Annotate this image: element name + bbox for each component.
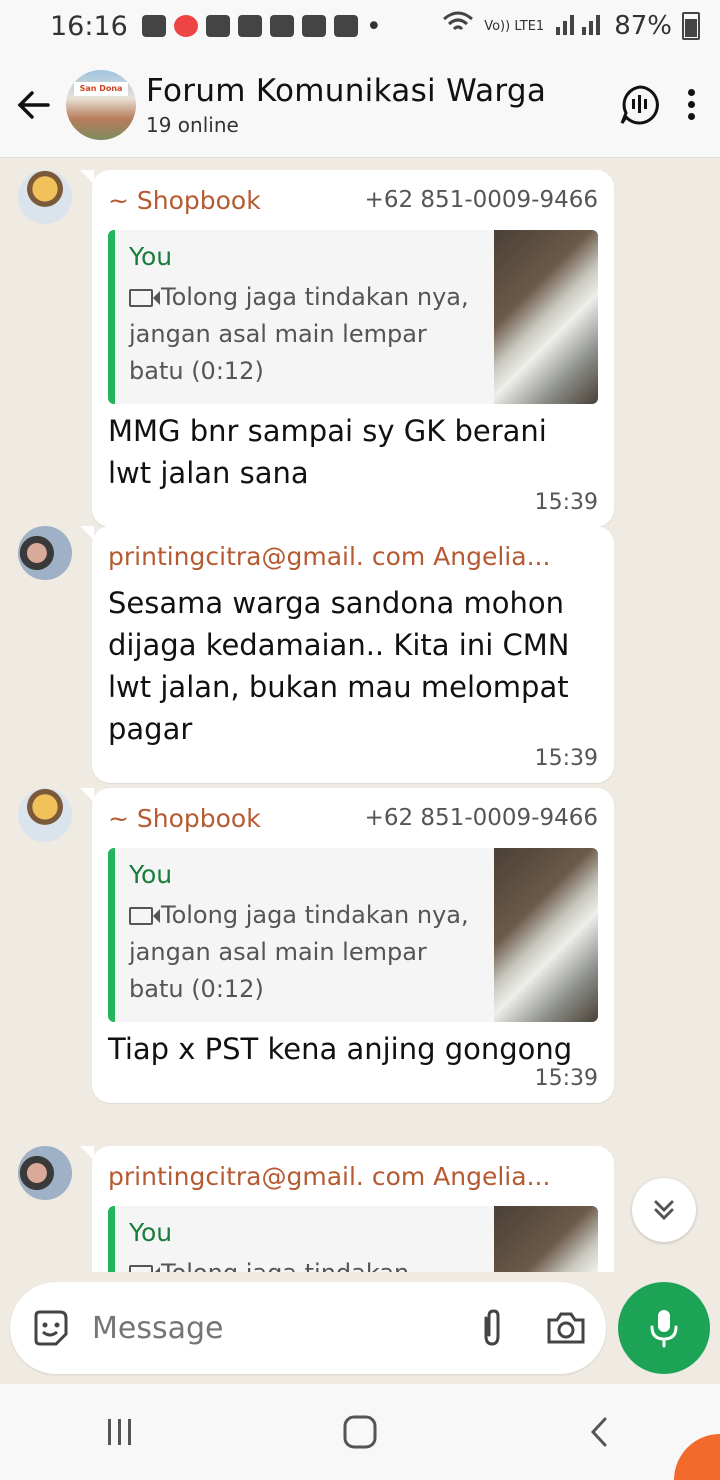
quoted-message[interactable]: You Tolong jaga tindakan nya, jangan asa… bbox=[108, 230, 598, 404]
quoted-text: Tolong jaga tindakan nya, jangan asal ma… bbox=[129, 283, 469, 385]
video-thumbnail bbox=[494, 848, 598, 1022]
chevron-left-icon bbox=[590, 1417, 607, 1447]
video-thumbnail bbox=[494, 1206, 598, 1272]
tripadvisor-icon bbox=[269, 15, 294, 37]
signal-icon bbox=[554, 11, 604, 42]
dot-icon: • bbox=[365, 10, 382, 42]
sender-name[interactable]: printingcitra@gmail. com Angelia... bbox=[108, 542, 550, 571]
app-icon bbox=[173, 15, 198, 37]
camera-icon bbox=[547, 1312, 585, 1344]
message-input[interactable] bbox=[90, 1309, 470, 1347]
message-bubble[interactable]: printingcitra@gmail. com Angelia... You … bbox=[80, 1146, 614, 1272]
message-icon bbox=[141, 15, 166, 37]
message-text: Tiap x PST kena anjing gongong bbox=[108, 1032, 573, 1066]
quoted-author: You bbox=[129, 242, 173, 271]
message-composer bbox=[10, 1282, 606, 1374]
camera-button[interactable] bbox=[544, 1306, 588, 1350]
battery-icon bbox=[682, 12, 700, 40]
sender-name[interactable]: ~ Shopbook bbox=[108, 186, 261, 215]
menu-button[interactable] bbox=[668, 89, 714, 120]
back-button[interactable] bbox=[2, 52, 66, 157]
chat-subtitle: 19 online bbox=[146, 112, 239, 137]
sender-name[interactable]: printingcitra@gmail. com Angelia... bbox=[108, 1162, 550, 1191]
youtube-icon bbox=[237, 15, 262, 37]
sender-avatar[interactable] bbox=[18, 788, 72, 842]
chat-title: Forum Komunikasi Warga bbox=[146, 72, 547, 109]
network-label: Vo)) LTE1 bbox=[484, 18, 545, 34]
status-time: 16:16 bbox=[50, 10, 128, 42]
quoted-author: You bbox=[129, 1218, 173, 1247]
paperclip-icon bbox=[484, 1309, 500, 1346]
video-thumbnail bbox=[494, 230, 598, 404]
gift-icon bbox=[205, 15, 230, 37]
audio-chat-icon bbox=[620, 84, 659, 124]
message-bubble[interactable]: printingcitra@gmail. com Angelia... Sesa… bbox=[80, 526, 614, 783]
message-list[interactable]: ~ Shopbook +62 851-0009-9466 You Tolong … bbox=[0, 158, 720, 1272]
voice-chat-button[interactable] bbox=[612, 77, 668, 133]
sender-avatar[interactable] bbox=[18, 1146, 72, 1200]
video-icon bbox=[129, 289, 160, 307]
sender-avatar[interactable] bbox=[18, 526, 72, 580]
status-right: Vo)) LTE1 87% bbox=[442, 11, 700, 42]
quoted-message[interactable]: You Tolong jaga tindakan nya, jangan asa… bbox=[108, 848, 598, 1022]
video-icon bbox=[129, 907, 160, 925]
scroll-down-button[interactable] bbox=[632, 1178, 696, 1242]
mic-icon bbox=[650, 1310, 678, 1348]
chat-header: San Dona Forum Komunikasi Warga 19 onlin… bbox=[0, 52, 720, 158]
message-text: MMG bnr sampai sy GK berani lwt jalan sa… bbox=[108, 414, 547, 490]
sender-name[interactable]: ~ Shopbook bbox=[108, 804, 261, 833]
status-bar: 16:16 • Vo)) LTE1 87% bbox=[0, 0, 720, 52]
message-text: Sesama warga sandona mohon dijaga kedama… bbox=[108, 586, 570, 746]
message-bubble[interactable]: ~ Shopbook +62 851-0009-9466 You Tolong … bbox=[80, 170, 614, 527]
recents-icon bbox=[108, 1419, 131, 1445]
arrow-left-icon bbox=[17, 90, 50, 119]
quoted-author: You bbox=[129, 860, 173, 889]
sender-phone: +62 851-0009-9466 bbox=[364, 805, 598, 831]
home-button[interactable] bbox=[320, 1402, 400, 1462]
shield-icon bbox=[301, 15, 326, 37]
attach-button[interactable] bbox=[470, 1306, 514, 1350]
chat-title-area[interactable]: Forum Komunikasi Warga 19 online bbox=[146, 73, 612, 137]
sticker-button[interactable] bbox=[28, 1306, 72, 1350]
sender-avatar[interactable] bbox=[18, 170, 72, 224]
recents-button[interactable] bbox=[80, 1402, 160, 1462]
quoted-text: Tolong jaga tindakan bbox=[161, 1259, 409, 1272]
back-nav-button[interactable] bbox=[560, 1402, 640, 1462]
system-nav-bar bbox=[0, 1384, 720, 1480]
group-avatar[interactable]: San Dona bbox=[66, 69, 136, 140]
battery-percent: 87% bbox=[614, 11, 672, 41]
group-avatar-sign: San Dona bbox=[74, 81, 128, 96]
voice-record-button[interactable] bbox=[618, 1282, 710, 1374]
notification-icons: • bbox=[141, 10, 382, 42]
message-bubble[interactable]: ~ Shopbook +62 851-0009-9466 You Tolong … bbox=[80, 788, 614, 1103]
wifi-icon bbox=[442, 11, 474, 42]
quoted-text: Tolong jaga tindakan nya, jangan asal ma… bbox=[129, 901, 469, 1003]
home-icon bbox=[343, 1415, 377, 1449]
sender-phone: +62 851-0009-9466 bbox=[364, 187, 598, 213]
sticker-icon bbox=[34, 1310, 68, 1346]
tripadvisor-icon bbox=[333, 15, 358, 37]
video-icon bbox=[129, 1265, 160, 1272]
quoted-message[interactable]: You Tolong jaga tindakan bbox=[108, 1206, 598, 1272]
double-chevron-down-icon bbox=[654, 1200, 674, 1221]
